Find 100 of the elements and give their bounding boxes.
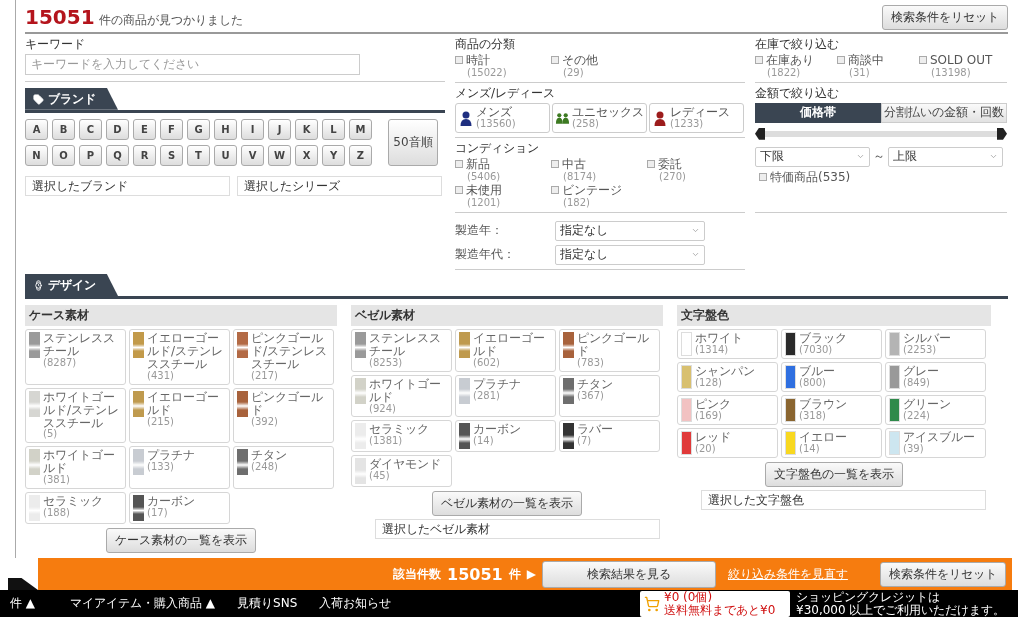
show-list-button[interactable]: 文字盤色の一覧を表示 <box>765 461 903 487</box>
gender-button[interactable]: メンズ (13560) <box>455 102 550 133</box>
checkbox[interactable] <box>551 186 559 195</box>
material-option[interactable]: プラチナ (133) <box>129 446 230 489</box>
nav-link[interactable]: 見積りSNS <box>237 595 298 612</box>
checkbox[interactable] <box>455 186 463 195</box>
letter-button[interactable]: L <box>322 118 345 140</box>
result-text: 件の商品が見つかりました <box>98 12 243 29</box>
dropdown[interactable]: 指定なし <box>555 220 705 241</box>
letter-button[interactable]: B <box>52 118 75 140</box>
material-option[interactable]: チタン (367) <box>559 374 660 418</box>
checkbox[interactable] <box>455 160 463 169</box>
material-option[interactable]: カーボン (14) <box>455 420 556 453</box>
letter-button[interactable]: W <box>268 144 291 166</box>
letter-button[interactable]: U <box>214 144 237 166</box>
letter-button[interactable]: O <box>52 144 75 166</box>
color-option[interactable]: グレー (849) <box>885 361 986 392</box>
checkbox[interactable] <box>919 56 927 65</box>
material-option[interactable]: ホワイトゴールド (924) <box>351 374 452 418</box>
letter-button[interactable]: C <box>79 118 102 140</box>
letter-button[interactable]: H <box>214 118 237 140</box>
letter-button[interactable]: A <box>25 118 48 140</box>
letter-button[interactable]: J <box>268 118 291 140</box>
letter-button[interactable]: I <box>241 118 264 140</box>
material-option[interactable]: ピンクゴールド (392) <box>233 387 334 444</box>
color-option[interactable]: ブラウン (318) <box>781 394 882 425</box>
color-option[interactable]: ホワイト (1314) <box>677 328 778 359</box>
reset-button[interactable]: 検索条件をリセット <box>880 561 1006 587</box>
material-option[interactable]: ダイヤモンド (45) <box>351 455 452 488</box>
price-tab[interactable]: 価格帯 <box>755 102 881 123</box>
nav-link[interactable]: 件 ▲ <box>10 595 36 612</box>
color-option[interactable]: シルバー (2253) <box>885 328 986 359</box>
checkbox[interactable] <box>759 173 767 182</box>
material-option[interactable]: ピンクゴールド/ステンレススチール (217) <box>233 328 334 385</box>
kana-order-button[interactable]: 50音順 <box>388 118 438 166</box>
letter-button[interactable]: N <box>25 144 48 166</box>
material-option[interactable]: セラミック (1381) <box>351 420 452 453</box>
color-option[interactable]: イエロー (14) <box>781 427 882 458</box>
dropdown[interactable]: 指定なし <box>555 244 705 265</box>
material-option[interactable]: ホワイトゴールド (381) <box>25 446 126 489</box>
cart-icon <box>644 595 660 612</box>
bar-unit: 件 <box>508 565 521 583</box>
letter-button[interactable]: R <box>133 144 156 166</box>
material-option[interactable]: ラバー (7) <box>559 420 660 453</box>
letter-button[interactable]: M <box>349 118 372 140</box>
nav-link[interactable]: 入荷お知らせ <box>319 595 392 612</box>
checkbox[interactable] <box>551 56 559 65</box>
material-option[interactable]: チタン (248) <box>233 446 334 489</box>
reset-button[interactable]: 検索条件をリセット <box>882 4 1008 30</box>
letter-button[interactable]: Q <box>106 144 129 166</box>
panel-handle[interactable] <box>8 578 38 590</box>
gender-button[interactable]: レディース (1233) <box>649 102 744 133</box>
letter-button[interactable]: Z <box>349 144 372 166</box>
letter-button[interactable]: Y <box>322 144 345 166</box>
price-tab[interactable]: 分割払いの金額・回数 <box>881 102 1007 123</box>
letter-button[interactable]: D <box>106 118 129 140</box>
letter-button[interactable]: G <box>187 118 210 140</box>
color-option[interactable]: ブラック (7030) <box>781 328 882 359</box>
material-option[interactable]: セラミック (188) <box>25 491 126 524</box>
material-option[interactable]: ピンクゴールド (783) <box>559 328 660 372</box>
material-option[interactable]: ステンレススチール (8253) <box>351 328 452 372</box>
view-results-button[interactable]: 検索結果を見る <box>541 560 716 588</box>
color-option[interactable]: アイスブルー (39) <box>885 427 986 458</box>
color-option[interactable]: グリーン (224) <box>885 394 986 425</box>
show-list-button[interactable]: ベゼル素材の一覧を表示 <box>432 491 582 517</box>
material-option[interactable]: ホワイトゴールド/ステンレススチール (5) <box>25 387 126 444</box>
show-list-button[interactable]: ケース素材の一覧を表示 <box>106 527 256 553</box>
letter-button[interactable]: K <box>295 118 318 140</box>
material-option[interactable]: イエローゴールド/ステンレススチール (431) <box>129 328 230 385</box>
gender-button[interactable]: ユニセックス (258) <box>552 102 647 133</box>
letter-button[interactable]: S <box>160 144 183 166</box>
color-option[interactable]: ピンク (169) <box>677 394 778 425</box>
letter-button[interactable]: T <box>187 144 210 166</box>
checkbox[interactable] <box>455 56 463 65</box>
material-option[interactable]: ステンレススチール (8287) <box>25 328 126 385</box>
material-option[interactable]: プラチナ (281) <box>455 374 556 418</box>
material-option[interactable]: イエローゴールド (602) <box>455 328 556 372</box>
letter-button[interactable]: E <box>133 118 156 140</box>
keyword-field[interactable]: キーワードを入力してください <box>25 53 360 75</box>
letter-button[interactable]: F <box>160 118 183 140</box>
dropdown[interactable]: 下限 <box>755 146 870 167</box>
checkbox[interactable] <box>837 56 845 65</box>
color-option[interactable]: シャンパン (128) <box>677 361 778 392</box>
checkbox[interactable] <box>551 160 559 169</box>
color-option[interactable]: ブルー (800) <box>781 361 882 392</box>
option-count: (270) <box>658 170 687 182</box>
letter-button[interactable]: X <box>295 144 318 166</box>
material-option[interactable]: イエローゴールド (215) <box>129 387 230 444</box>
color-option[interactable]: レッド (20) <box>677 427 778 458</box>
price-range-slider[interactable] <box>755 126 1007 141</box>
letter-button[interactable]: V <box>241 144 264 166</box>
cart-widget[interactable]: ¥0 (0個) 送料無料まであと¥0 <box>640 590 790 617</box>
option-count: (8174) <box>562 170 598 182</box>
group-heading: ベゼル素材 <box>351 304 663 326</box>
letter-button[interactable]: P <box>79 144 102 166</box>
material-option[interactable]: カーボン (17) <box>129 491 230 524</box>
nav-link[interactable]: マイアイテム・購入商品 ▲ <box>70 595 216 612</box>
checkbox[interactable] <box>755 56 763 65</box>
dropdown[interactable]: 上限 <box>888 146 1003 167</box>
checkbox[interactable] <box>647 160 655 169</box>
